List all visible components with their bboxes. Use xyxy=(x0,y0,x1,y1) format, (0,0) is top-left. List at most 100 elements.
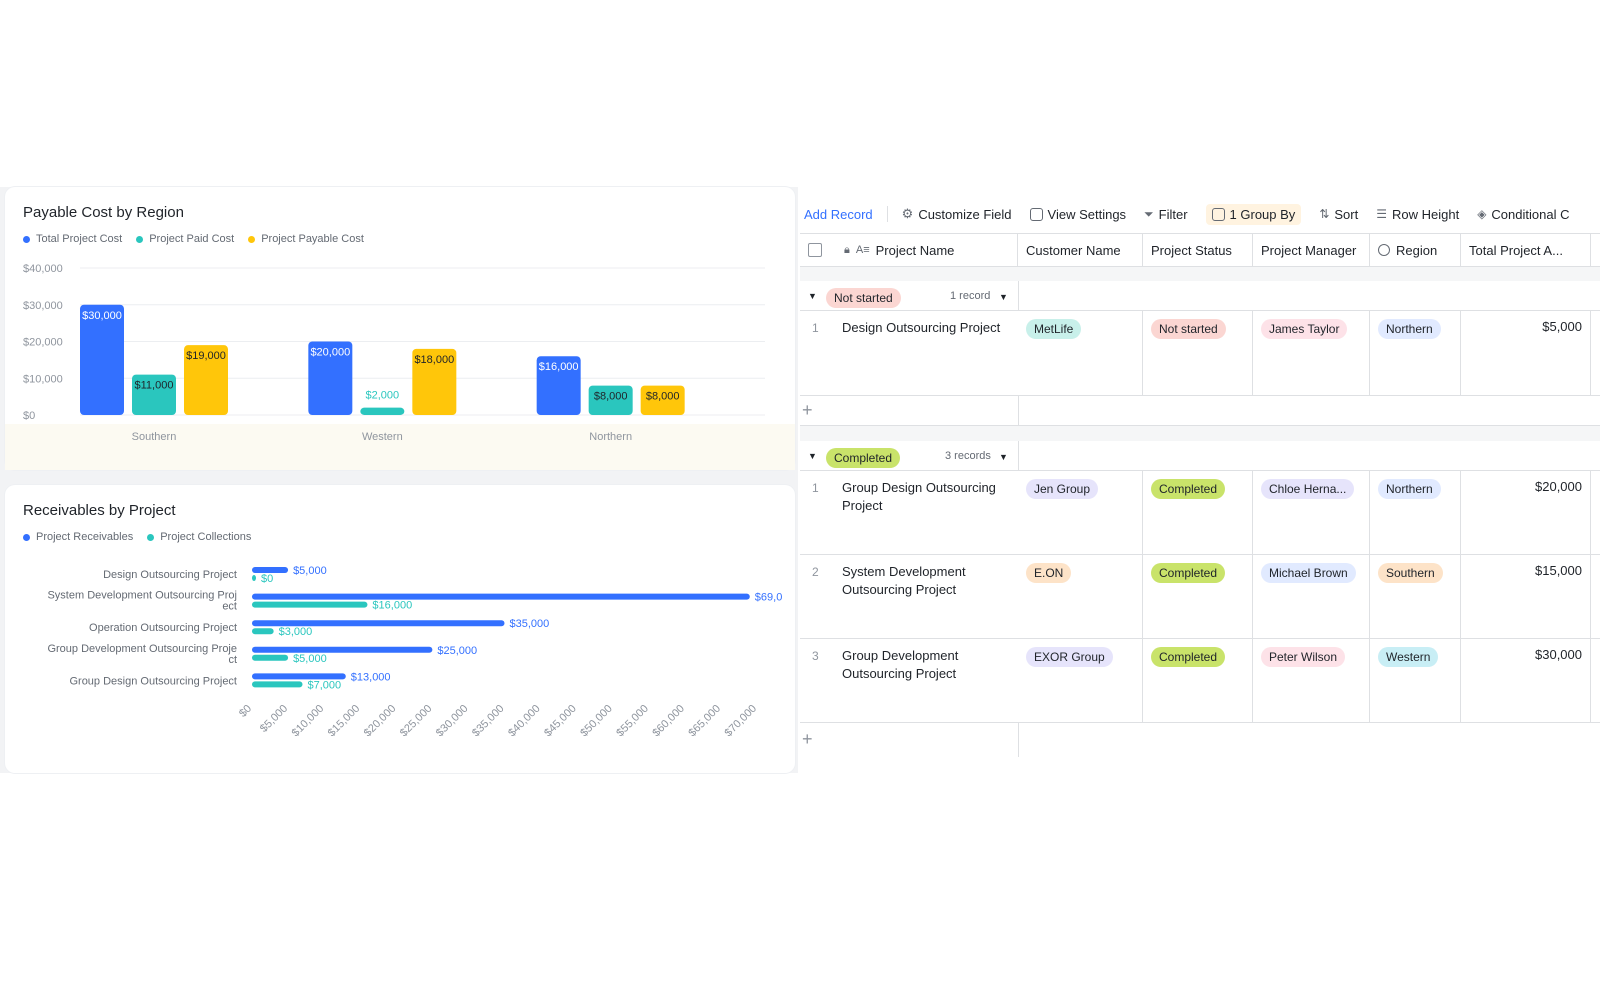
bar xyxy=(252,681,303,688)
collapse-caret-icon[interactable]: ▼ xyxy=(808,451,817,461)
region-cell[interactable]: Western xyxy=(1370,639,1461,722)
column-header[interactable]: Project Status xyxy=(1143,234,1253,266)
x-tick-label: $35,000 xyxy=(470,703,507,740)
bar xyxy=(360,407,405,415)
region-tag: Northern xyxy=(1378,479,1441,499)
region-cell[interactable]: Southern xyxy=(1370,555,1461,638)
add-record-button[interactable]: Add Record xyxy=(804,207,873,222)
filter-button[interactable]: ⏷ Filter xyxy=(1144,207,1188,222)
chevron-down-icon[interactable]: ▼ xyxy=(999,452,1008,462)
table-view: Add Record ⚙ Customize Field View Setting… xyxy=(800,187,1600,773)
row-height-button[interactable]: ☰ Row Height xyxy=(1376,207,1459,222)
column-header-label: Region xyxy=(1396,242,1438,258)
total-cell[interactable]: $30,000 xyxy=(1461,639,1591,722)
table-row[interactable]: 3 Group Development Outsourcing Project … xyxy=(800,639,1600,723)
manager-cell[interactable]: James Taylor xyxy=(1253,311,1370,395)
sort-button[interactable]: ⇅ Sort xyxy=(1319,207,1358,222)
group-spacer xyxy=(800,426,1600,441)
row-number: 1 xyxy=(812,481,819,495)
project-name-cell[interactable]: System Development Outsourcing Project xyxy=(842,563,1007,599)
data-label: $16,000 xyxy=(372,600,412,612)
table-row[interactable]: 1 Design Outsourcing Project MetLife Not… xyxy=(800,311,1600,396)
column-header[interactable]: Project Manager xyxy=(1253,234,1370,266)
table-row[interactable]: 2 System Development Outsourcing Project… xyxy=(800,555,1600,639)
x-tick-label: $30,000 xyxy=(434,703,471,740)
customer-cell[interactable]: EXOR Group xyxy=(1018,639,1143,722)
bar-chart: $0 $10,000 $20,000 $30,000 $40,000 $30,000 $11… xyxy=(5,263,795,470)
conditional-button[interactable]: ◈ Conditional C xyxy=(1477,207,1569,222)
status-tag: Completed xyxy=(1151,479,1226,499)
customer-tag: EXOR Group xyxy=(1026,647,1113,667)
data-label: $8,000 xyxy=(646,391,680,403)
bar xyxy=(252,593,750,600)
add-row[interactable]: + xyxy=(800,396,1600,426)
select-all-checkbox[interactable] xyxy=(808,243,822,257)
x-tick-label: Southern xyxy=(132,431,177,443)
status-cell[interactable]: Not started xyxy=(1143,311,1253,395)
total-cell[interactable]: $5,000 xyxy=(1461,311,1591,395)
project-name-cell[interactable]: Group Development Outsourcing Project xyxy=(842,647,1007,683)
y-tick-label: ect xyxy=(222,601,237,613)
group-by-button[interactable]: 1 Group By xyxy=(1205,203,1302,225)
group-header[interactable]: ▼ Completed 3 records ▼ xyxy=(800,441,1600,471)
x-tick-label: $40,000 xyxy=(506,703,543,740)
y-tick-label: $30,000 xyxy=(23,300,63,312)
group-header[interactable]: ▼ Not started 1 record ▼ xyxy=(800,281,1600,311)
group-spacer xyxy=(800,267,1600,281)
data-label: $2,000 xyxy=(366,390,400,402)
y-tick-label: $0 xyxy=(23,410,35,422)
table-row[interactable]: 1 Group Design Outsourcing Project Jen G… xyxy=(800,471,1600,555)
y-tick-label: System Development Outsourcing Proj xyxy=(47,590,237,602)
customer-cell[interactable]: Jen Group xyxy=(1018,471,1143,554)
region-header[interactable]: Region xyxy=(1370,234,1461,266)
data-label: $8,000 xyxy=(594,391,628,403)
group-record-count: 3 records xyxy=(945,450,991,462)
column-header[interactable]: Total Project A... xyxy=(1461,234,1591,266)
manager-cell[interactable]: Peter Wilson xyxy=(1253,639,1370,722)
filter-icon: ⏷ xyxy=(1144,206,1154,221)
status-cell[interactable]: Completed xyxy=(1143,639,1253,722)
button-label: 1 Group By xyxy=(1229,206,1296,222)
y-tick-label: $10,000 xyxy=(23,373,63,385)
x-tick-label: $55,000 xyxy=(614,703,651,740)
project-name-cell[interactable]: Design Outsourcing Project xyxy=(842,319,1007,337)
button-label: Conditional C xyxy=(1491,206,1570,222)
region-tag: Western xyxy=(1378,647,1439,667)
hbar-chart: Design Outsourcing Project $5,000$0System… xyxy=(47,565,782,740)
x-tick-label: $0 xyxy=(237,703,254,720)
total-cell[interactable]: $15,000 xyxy=(1461,555,1591,638)
view-settings-button[interactable]: View Settings xyxy=(1029,207,1126,222)
x-tick-label: $20,000 xyxy=(362,703,399,740)
column-header[interactable]: Customer Name xyxy=(1018,234,1143,266)
chevron-down-icon[interactable]: ▼ xyxy=(999,292,1008,302)
status-cell[interactable]: Completed xyxy=(1143,555,1253,638)
y-tick-label: $20,000 xyxy=(23,337,63,349)
x-tick-label: Western xyxy=(362,431,403,443)
column-header[interactable]: Project Name xyxy=(876,243,955,258)
button-label: Sort xyxy=(1334,206,1359,222)
region-cell[interactable]: Northern xyxy=(1370,471,1461,554)
customer-cell[interactable]: MetLife xyxy=(1018,311,1143,395)
customer-cell[interactable]: E.ON xyxy=(1018,555,1143,638)
x-tick-label: $60,000 xyxy=(650,703,687,740)
toolbar-divider xyxy=(886,206,888,222)
y-tick-label: Group Design Outsourcing Project xyxy=(69,675,237,687)
project-name-cell[interactable]: Group Design Outsourcing Project xyxy=(842,479,1007,515)
text-field-icon: A≡ xyxy=(855,244,870,256)
manager-cell[interactable]: Chloe Herna... xyxy=(1253,471,1370,554)
add-row[interactable]: + xyxy=(800,723,1600,757)
collapse-caret-icon[interactable]: ▼ xyxy=(808,291,817,301)
receivables-card: Receivables by Project Project Receivabl… xyxy=(5,485,795,773)
y-tick-label: Operation Outsourcing Project xyxy=(89,622,237,634)
total-cell[interactable]: $20,000 xyxy=(1461,471,1591,554)
customize-field-button[interactable]: ⚙ Customize Field xyxy=(902,206,1012,222)
column-divider xyxy=(1018,396,1019,426)
manager-cell[interactable]: Michael Brown xyxy=(1253,555,1370,638)
table-header: 🔒︎ A≡ Project Name Customer Name Project… xyxy=(800,233,1600,267)
status-cell[interactable]: Completed xyxy=(1143,471,1253,554)
data-label: $20,000 xyxy=(310,347,350,359)
region-tag: Northern xyxy=(1378,319,1441,339)
region-cell[interactable]: Northern xyxy=(1370,311,1461,395)
x-tick-label: Northern xyxy=(589,431,632,443)
status-tag: Completed xyxy=(1151,563,1226,583)
